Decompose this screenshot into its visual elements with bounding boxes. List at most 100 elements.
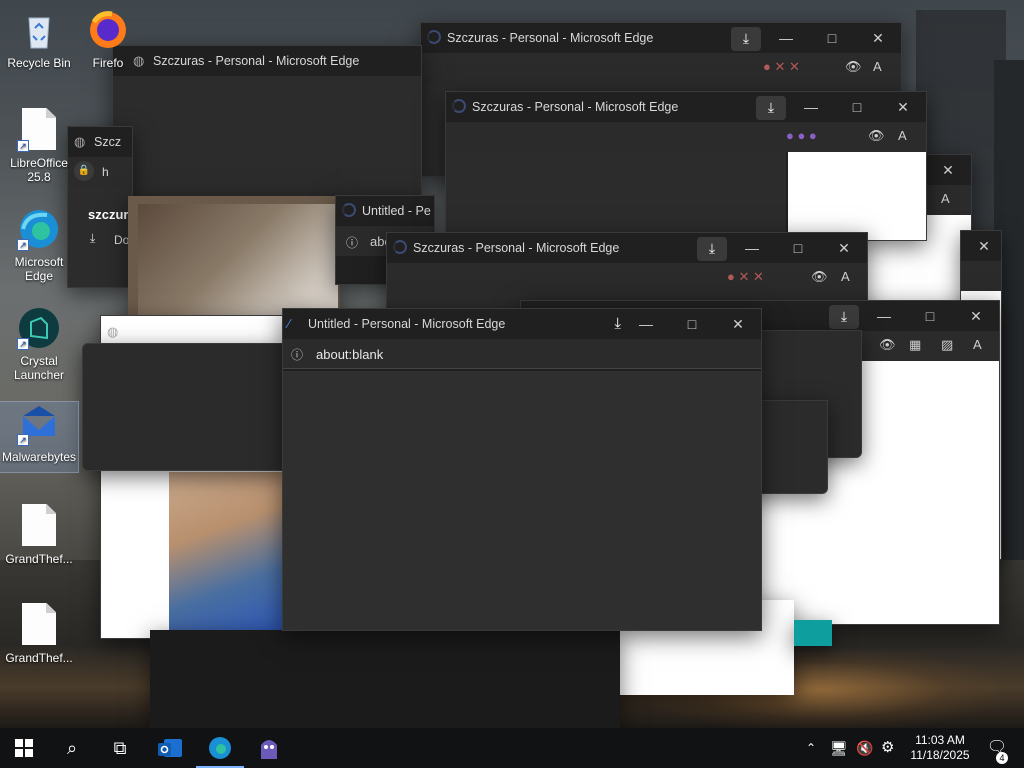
read-aloud-icon[interactable]: A <box>873 59 882 74</box>
maximize-button[interactable]: □ <box>834 92 880 122</box>
search-icon[interactable]: ⌕ <box>48 728 96 768</box>
downloads-error-icon[interactable]: ⤓ <box>614 315 621 332</box>
address-bar[interactable]: ● ✕ ✕ 👁 A <box>387 263 867 293</box>
minimize-button[interactable]: — <box>763 23 809 53</box>
titlebar[interactable]: Szczuras - Personal - Microsoft Edge ⤓ —… <box>421 23 901 53</box>
outlook-icon[interactable] <box>146 728 194 768</box>
page-content-white <box>788 152 926 240</box>
shortcut-arrow-icon: ↗ <box>17 140 29 152</box>
read-aloud-icon[interactable]: A <box>941 191 950 206</box>
minimize-button[interactable]: — <box>788 92 834 122</box>
collections-icon[interactable]: ▦ <box>909 337 921 353</box>
downloads-icon[interactable]: ⤓ <box>697 237 727 261</box>
reading-view-icon[interactable]: 👁 <box>879 337 896 353</box>
downloads-icon[interactable]: ⤓ <box>731 27 761 51</box>
taskbar-edge-icon[interactable] <box>196 728 244 768</box>
close-button[interactable]: ✕ <box>821 233 867 263</box>
windows-logo-icon <box>15 739 33 757</box>
address-bar[interactable]: ⓘ about:blank <box>283 339 761 369</box>
task-view-icon[interactable]: ⧉ <box>96 728 144 768</box>
page-content <box>283 371 761 630</box>
notification-count-badge: 4 <box>996 752 1008 764</box>
reading-view-icon[interactable]: 👁 <box>868 128 885 144</box>
download-filename: szczur <box>88 207 129 222</box>
desktop-icon-crystal-launcher[interactable]: ↗ Crystal Launcher <box>0 306 78 382</box>
titlebar[interactable]: Untitled - Pe <box>336 196 434 226</box>
desktop-icon-recycle-bin[interactable]: Recycle Bin <box>0 8 78 70</box>
desktop-icon-malwarebytes[interactable]: ↗ Malwarebytes <box>0 401 79 473</box>
close-button[interactable]: ✕ <box>880 92 926 122</box>
minimize-button[interactable]: — <box>861 301 907 331</box>
minimize-button[interactable]: — <box>729 233 775 263</box>
download-icon: ⤓ <box>90 231 96 245</box>
malwarebytes-icon: ↗ <box>17 402 61 446</box>
icon-label: Malwarebytes <box>1 450 77 464</box>
tab-icons: ● ✕ ✕ <box>727 269 764 284</box>
clock-time: 11:03 AM <box>915 733 965 747</box>
maximize-button[interactable]: □ <box>669 309 715 339</box>
tab-icons: ● ✕ ✕ <box>763 59 800 74</box>
desktop-icon-firefox[interactable]: Firefo <box>80 8 136 70</box>
window-title: Szczuras - Personal - Microsoft Edge <box>153 54 360 68</box>
edge-window-mid[interactable]: Szczuras - Personal - Microsoft Edge ⤓ —… <box>445 91 927 241</box>
address-text[interactable]: about:blank <box>316 347 383 362</box>
minimize-button[interactable]: — <box>623 309 669 339</box>
crystal-launcher-icon: ↗ <box>17 306 61 350</box>
page-content <box>113 76 421 199</box>
document-icon <box>17 504 61 548</box>
shortcut-arrow-icon: ↗ <box>17 239 29 251</box>
info-icon: ⓘ <box>346 236 359 250</box>
maximize-button[interactable]: □ <box>775 233 821 263</box>
icon-label: GrandThef... <box>5 552 73 566</box>
edge-favicon-icon <box>452 99 466 113</box>
close-button[interactable]: ✕ <box>925 155 971 185</box>
address-bar[interactable]: ● ● ● 👁 A <box>446 122 926 152</box>
maximize-button[interactable]: □ <box>809 23 855 53</box>
start-button[interactable] <box>0 728 48 768</box>
read-aloud-icon[interactable]: A <box>841 269 850 284</box>
video-frame <box>169 472 289 638</box>
titlebar[interactable]: ⁄ Untitled - Personal - Microsoft Edge ⤓… <box>283 309 761 339</box>
maximize-button[interactable]: □ <box>907 301 953 331</box>
volume-muted-icon[interactable]: 🔇 <box>856 728 873 768</box>
address-bar[interactable]: ● ✕ ✕ 👁 A <box>421 53 901 83</box>
page-content <box>446 152 786 240</box>
recycle-bin-icon <box>17 8 61 52</box>
clipboard-icon[interactable]: ▨ <box>941 337 953 353</box>
document-icon <box>17 603 61 647</box>
edge-favicon-icon: ⁄ <box>288 316 291 331</box>
read-aloud-icon[interactable]: A <box>973 337 982 352</box>
close-button[interactable]: ✕ <box>961 231 1001 261</box>
close-button[interactable]: ✕ <box>953 301 999 331</box>
titlebar[interactable]: Szczuras - Personal - Microsoft Edge ⤓ —… <box>446 92 926 122</box>
desktop-icon-edge[interactable]: ↗ Microsoft Edge <box>0 207 78 283</box>
show-hidden-icons[interactable]: ⌃ <box>806 728 816 768</box>
desktop-icon-grandthef-2[interactable]: GrandThef... <box>0 603 78 665</box>
desktop-icon-grandthef-1[interactable]: GrandThef... <box>0 504 78 566</box>
window-title: Untitled - Personal - Microsoft Edge <box>308 317 506 331</box>
edge-window-left[interactable]: Szczuras - Personal - Microsoft Edge ◍ <box>112 45 422 200</box>
downloads-icon[interactable]: ⤓ <box>829 305 859 329</box>
downloads-icon[interactable]: ⤓ <box>756 96 786 120</box>
close-button[interactable]: ✕ <box>855 23 901 53</box>
teal-block <box>794 620 832 646</box>
reading-view-icon[interactable]: 👁 <box>845 59 862 75</box>
clock[interactable]: 11:03 AM 11/18/2025 <box>906 728 974 768</box>
desktop-icon-libreoffice[interactable]: ↗ LibreOffice 25.8 <box>0 108 78 184</box>
close-button[interactable]: ✕ <box>715 309 761 339</box>
network-icon[interactable]: 🖥 <box>830 728 848 768</box>
address-text: h <box>102 165 109 179</box>
settings-gear-icon[interactable]: ⚙ <box>881 728 894 768</box>
titlebar[interactable]: Szczuras - Personal - Microsoft Edge ⤓ —… <box>387 233 867 263</box>
titlebar[interactable]: ✕ <box>961 231 1001 261</box>
edge-window-front[interactable]: ⁄ Untitled - Personal - Microsoft Edge ⤓… <box>282 308 762 631</box>
info-icon[interactable]: ⓘ <box>291 346 303 363</box>
shortcut-arrow-icon: ↗ <box>17 338 29 350</box>
reading-view-icon[interactable]: 👁 <box>811 269 828 285</box>
edge-icon: ↗ <box>17 207 61 251</box>
window-title: Szczuras - Personal - Microsoft Edge <box>447 31 654 45</box>
titlebar[interactable]: Szczuras - Personal - Microsoft Edge ◍ <box>113 46 421 76</box>
app-icon[interactable] <box>245 728 293 768</box>
read-aloud-icon[interactable]: A <box>898 128 907 143</box>
icon-label: LibreOffice 25.8 <box>10 156 68 184</box>
